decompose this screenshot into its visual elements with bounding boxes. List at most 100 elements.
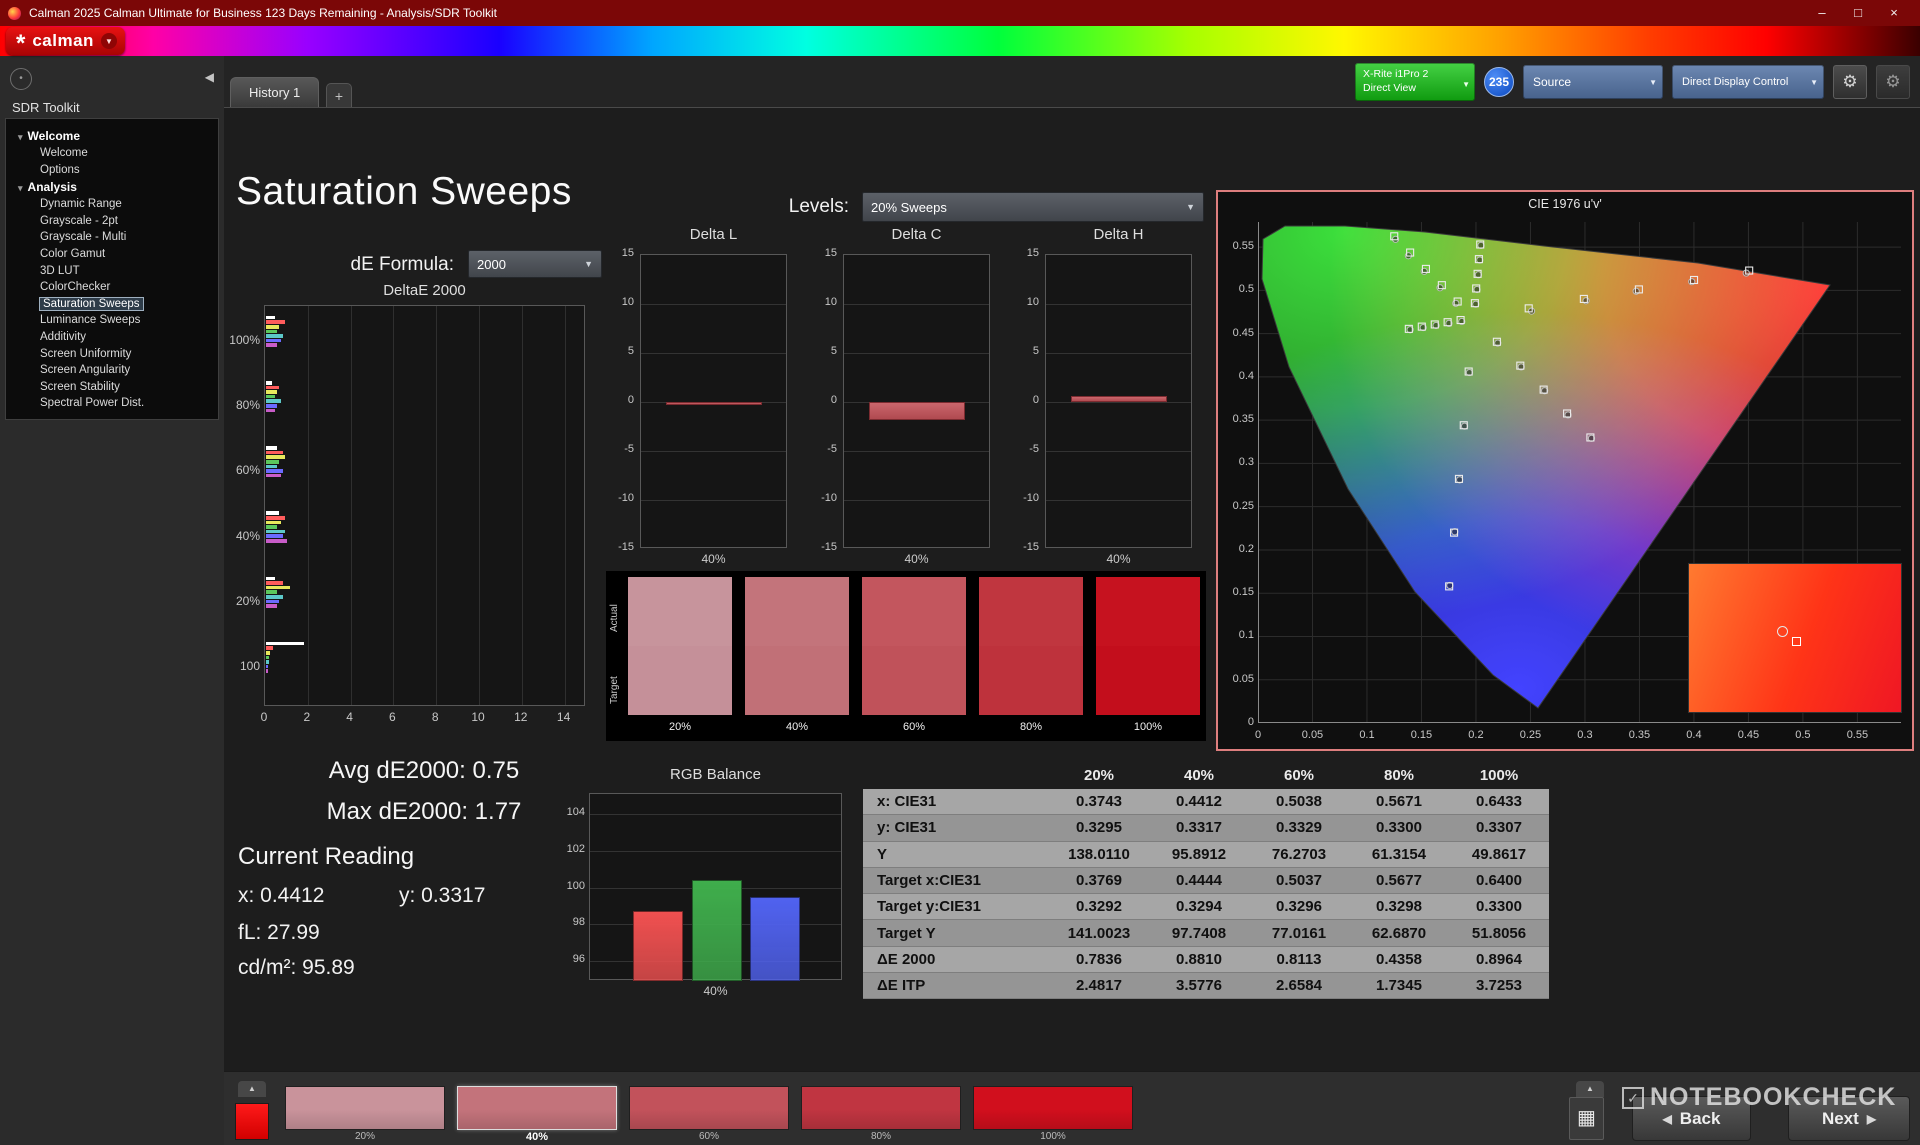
bar [266, 465, 277, 469]
secondary-gear-button[interactable]: ⚙ [1876, 65, 1910, 99]
sidebar-item-3d-lut[interactable]: 3D LUT [6, 263, 218, 280]
bar [266, 474, 281, 478]
gridline [436, 306, 437, 705]
chart-title: Delta H [1045, 226, 1192, 243]
row-label: y: CIE31 [863, 819, 1049, 836]
bar [266, 334, 283, 338]
y-tick-label: 0.4 [1222, 370, 1254, 382]
sidebar: • ◀ SDR Toolkit ▾WelcomeWelcomeOptions▾A… [0, 56, 224, 1145]
tree-section-analysis[interactable]: ▾Analysis [6, 178, 218, 196]
y-tick-label: 80% [224, 398, 260, 412]
meter-name: X-Rite i1Pro 2 [1363, 67, 1457, 81]
table-row-e-2000: ΔE 20000.78360.88100.81130.43580.8964 [863, 947, 1549, 973]
reading-count-badge[interactable]: 235 [1484, 67, 1514, 97]
sidebar-item-grayscale-2pt[interactable]: Grayscale - 2pt [6, 213, 218, 230]
de-formula-dropdown[interactable]: 2000 ▼ [468, 250, 602, 278]
expand-patterns-tab-right[interactable]: ▲ [1576, 1081, 1604, 1097]
saturation-swatch-20 [628, 577, 732, 715]
add-tab-button[interactable]: + [326, 83, 352, 107]
rainbow-strip: * calman ▼ [0, 26, 1920, 56]
swatch-level-label: 100% [1096, 717, 1200, 737]
tree-section-welcome[interactable]: ▾ Welcome [6, 127, 218, 145]
sidebar-title: SDR Toolkit [12, 100, 80, 115]
display-control-dropdown[interactable]: Direct Display Control ▼ [1672, 65, 1824, 99]
y-tick-label: -10 [807, 492, 837, 504]
sidebar-item-label: Options [40, 164, 80, 176]
deltae2000-plot [264, 305, 585, 706]
sidebar-item-additivity[interactable]: Additivity [6, 329, 218, 346]
pattern-swatch-label: 80% [801, 1131, 961, 1142]
x-tick-label: 2 [297, 710, 317, 724]
pattern-swatch-80[interactable] [801, 1086, 961, 1130]
sidebar-item-spectral-power-dist[interactable]: Spectral Power Dist. [6, 395, 218, 412]
y-tick-label: 0.15 [1222, 586, 1254, 598]
sidebar-item-luminance-sweeps[interactable]: Luminance Sweeps [6, 312, 218, 329]
y-tick-label: 0.25 [1222, 500, 1254, 512]
expand-patterns-tab-left[interactable]: ▲ [238, 1081, 266, 1097]
sidebar-item-grayscale-multi[interactable]: Grayscale - Multi [6, 229, 218, 246]
sidebar-collapse-button[interactable]: ◀ [205, 70, 214, 84]
custom-pattern-swatch[interactable] [235, 1103, 269, 1140]
x-tick-label: 0.1 [1352, 729, 1382, 741]
settings-gear-button[interactable]: ⚙ [1833, 65, 1867, 99]
target-row-label: Target [609, 655, 623, 725]
y-tick-label: -15 [604, 541, 634, 553]
gridline [1046, 304, 1191, 305]
tab-history-1[interactable]: History 1 [230, 77, 319, 107]
maximize-button[interactable]: □ [1840, 0, 1876, 26]
expander-icon[interactable]: ▾ [18, 132, 23, 142]
sidebar-item-colorchecker[interactable]: ColorChecker [6, 279, 218, 296]
sidebar-item-screen-stability[interactable]: Screen Stability [6, 379, 218, 396]
next-button[interactable]: Next ▶ [1788, 1096, 1910, 1141]
y-tick-label: 0.45 [1222, 327, 1254, 339]
close-button[interactable]: × [1876, 0, 1912, 26]
tree-section-label: Welcome [28, 129, 80, 143]
app-icon [8, 7, 21, 20]
expander-icon[interactable]: ▾ [18, 183, 23, 193]
x-tick-label: 0 [254, 710, 274, 724]
pattern-swatch-60[interactable] [629, 1086, 789, 1130]
sidebar-item-label: Grayscale - 2pt [40, 215, 118, 227]
row-label: ΔE 2000 [863, 951, 1049, 968]
sidebar-item-color-gamut[interactable]: Color Gamut [6, 246, 218, 263]
minimize-button[interactable]: – [1804, 0, 1840, 26]
table-cell: 0.7836 [1049, 951, 1149, 968]
sidebar-menu-button[interactable]: • [10, 68, 32, 90]
back-button[interactable]: ◀ Back [1632, 1096, 1751, 1141]
sidebar-item-options[interactable]: Options [6, 162, 218, 179]
pattern-swatch-20[interactable] [285, 1086, 445, 1130]
x-tick-label: 8 [425, 710, 445, 724]
swatch-level-label: 60% [862, 717, 966, 737]
sidebar-item-label: Color Gamut [40, 248, 105, 260]
meter-dropdown[interactable]: X-Rite i1Pro 2 Direct View ▼ [1355, 63, 1475, 101]
bar-b [750, 897, 800, 981]
levels-dropdown[interactable]: 20% Sweeps ▼ [862, 192, 1204, 222]
sidebar-item-label: Grayscale - Multi [40, 231, 126, 243]
saturation-swatch-strip: ActualTarget20%40%60%80%100% [606, 571, 1206, 741]
sidebar-item-label: Saturation Sweeps [40, 298, 143, 310]
bar [266, 320, 285, 324]
table-cell: 76.2703 [1249, 846, 1349, 863]
bar [266, 586, 290, 590]
pattern-swatch-100[interactable] [973, 1086, 1133, 1130]
layout-grid-button[interactable]: ▦ [1569, 1097, 1604, 1140]
actual-color [979, 577, 1083, 646]
bar [266, 660, 269, 664]
table-cell: 0.6400 [1449, 872, 1549, 889]
calman-logo-menu[interactable]: * calman ▼ [6, 27, 125, 55]
sidebar-item-screen-uniformity[interactable]: Screen Uniformity [6, 346, 218, 363]
pattern-swatch-40[interactable] [457, 1086, 617, 1130]
chevron-down-icon[interactable]: ▼ [101, 33, 117, 49]
table-row-x-cie31: x: CIE310.37430.44120.50380.56710.6433 [863, 789, 1549, 815]
sidebar-item-saturation-sweeps[interactable]: Saturation Sweeps [6, 296, 218, 313]
sidebar-item-label: Screen Stability [40, 381, 120, 393]
table-cell: 0.4358 [1349, 951, 1449, 968]
y-tick-label: 104 [553, 806, 585, 818]
sidebar-item-screen-angularity[interactable]: Screen Angularity [6, 362, 218, 379]
source-dropdown[interactable]: Source ▼ [1523, 65, 1663, 99]
bar [266, 343, 277, 347]
y-tick-label: 10 [1009, 296, 1039, 308]
y-tick-label: 100% [224, 333, 260, 347]
sidebar-item-welcome[interactable]: Welcome [6, 145, 218, 162]
sidebar-item-dynamic-range[interactable]: Dynamic Range [6, 196, 218, 213]
